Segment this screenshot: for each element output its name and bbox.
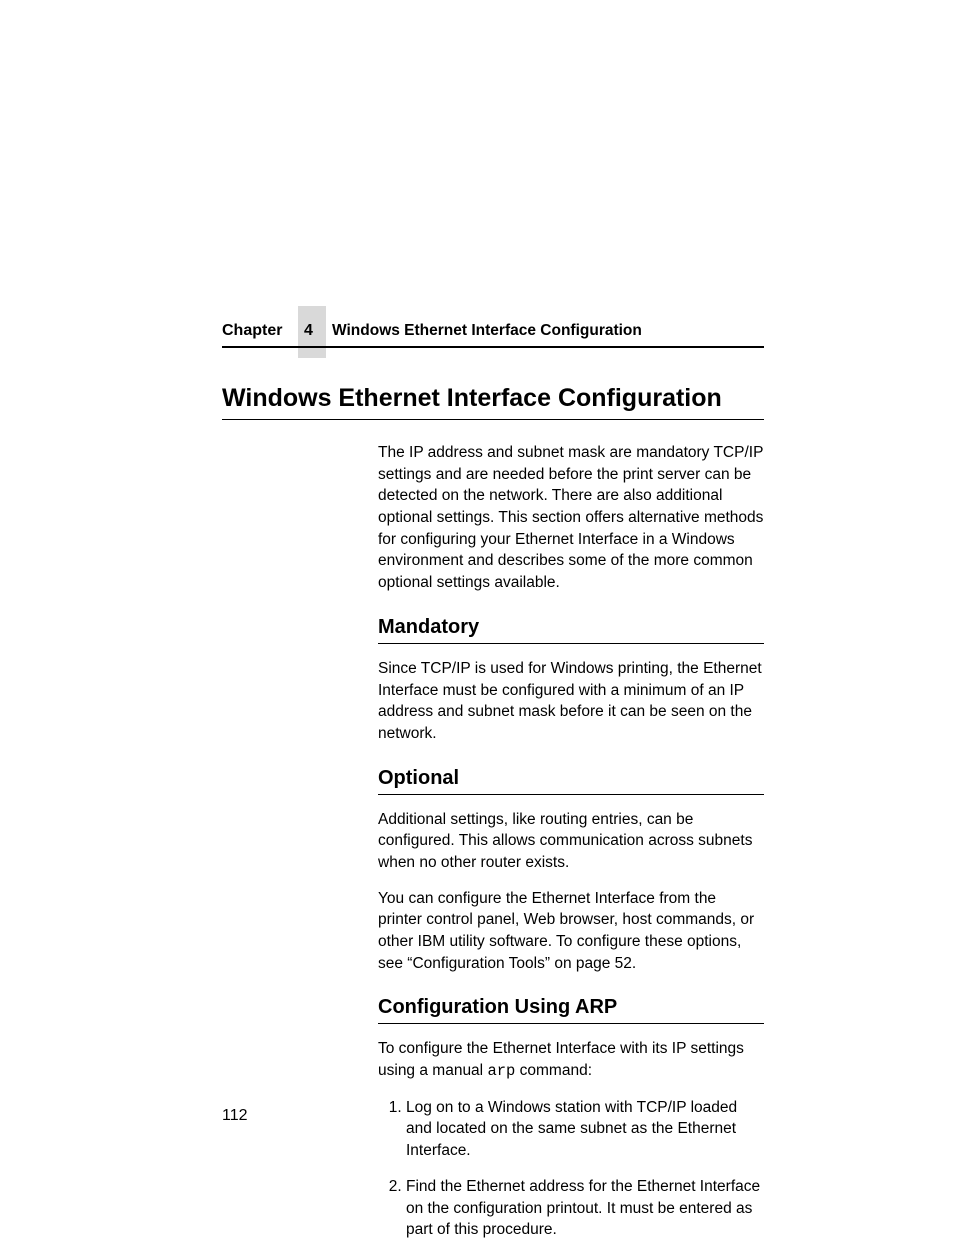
header-rule [222, 346, 764, 348]
section-heading-optional: Optional [378, 767, 764, 790]
intro-paragraph: The IP address and subnet mask are manda… [378, 442, 764, 594]
page-title: Windows Ethernet Interface Configuration [222, 384, 764, 413]
arp-intro-post: command: [515, 1062, 592, 1079]
mandatory-paragraph: Since TCP/IP is used for Windows printin… [378, 658, 764, 745]
chapter-number: 4 [304, 322, 313, 340]
section-rule [378, 794, 764, 795]
optional-paragraph-1: Additional settings, like routing entrie… [378, 809, 764, 874]
title-rule [222, 419, 764, 420]
arp-intro-paragraph: To configure the Ethernet Interface with… [378, 1038, 764, 1082]
section-heading-mandatory: Mandatory [378, 616, 764, 639]
content-area: Windows Ethernet Interface Configuration… [222, 384, 764, 1255]
optional-paragraph-2: You can configure the Ethernet Interface… [378, 888, 764, 975]
section-heading-arp: Configuration Using ARP [378, 996, 764, 1019]
body-column: The IP address and subnet mask are manda… [378, 442, 764, 1241]
header-line: Chapter 4 Windows Ethernet Interface Con… [222, 322, 764, 340]
document-page: Chapter 4 Windows Ethernet Interface Con… [0, 0, 954, 1235]
section-rule [378, 643, 764, 644]
running-header: Chapter 4 Windows Ethernet Interface Con… [222, 306, 764, 358]
chapter-label: Chapter [222, 322, 282, 340]
list-item: Find the Ethernet address for the Ethern… [406, 1176, 764, 1241]
page-number: 112 [222, 1107, 248, 1125]
section-rule [378, 1023, 764, 1024]
chapter-title: Windows Ethernet Interface Configuration [332, 322, 642, 340]
arp-code: arp [487, 1062, 515, 1080]
arp-steps-list: Log on to a Windows station with TCP/IP … [378, 1097, 764, 1241]
list-item: Log on to a Windows station with TCP/IP … [406, 1097, 764, 1162]
